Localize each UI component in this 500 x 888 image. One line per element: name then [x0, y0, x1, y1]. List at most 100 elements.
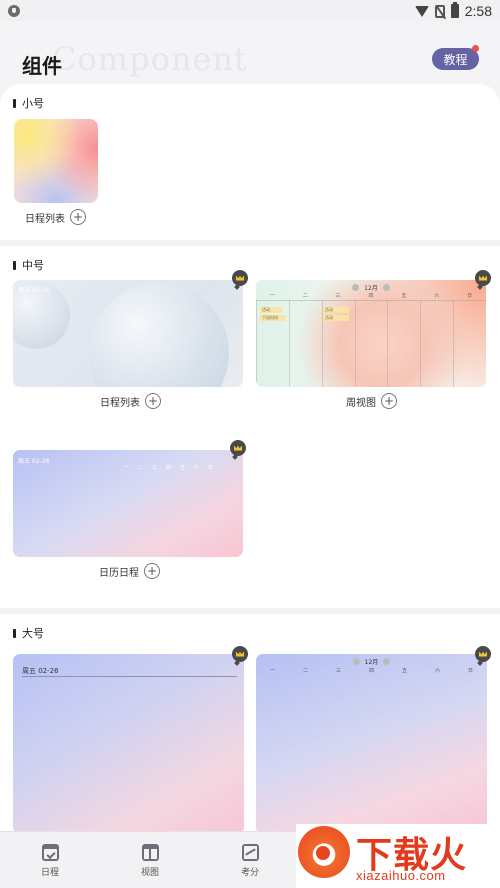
- calendar-header: 12月: [256, 657, 487, 666]
- fire-logo-icon: [298, 826, 350, 878]
- day-label: 五: [179, 465, 185, 471]
- week-event: 活动: [323, 315, 349, 321]
- section-title-text: 小号: [22, 97, 44, 110]
- day-label: 四: [368, 293, 374, 299]
- preview-divider: [22, 676, 237, 677]
- no-sim-icon: [434, 4, 445, 18]
- nav-label: 日程: [40, 868, 59, 878]
- crown-icon: [475, 270, 491, 286]
- preview-date: 周五 02-26: [22, 667, 59, 675]
- day-label: 三: [151, 465, 157, 471]
- week-columns: [256, 300, 486, 387]
- crown-icon: [230, 440, 246, 456]
- status-bar: 2:58: [0, 0, 500, 22]
- nav-item-score[interactable]: 考分: [220, 844, 280, 878]
- crown-icon: [232, 270, 248, 286]
- week-day-labels: 一 二 三 四 五 六 日: [256, 292, 486, 299]
- widget-label: 日历日程: [99, 567, 139, 579]
- small-schedule-widget-preview[interactable]: [14, 119, 98, 203]
- next-arrow-icon: [383, 658, 391, 665]
- section-medium: 中号 周五 02-26 日程列表 + 12月 一 二 三 四 五 六 日 活动 …: [0, 246, 500, 608]
- add-widget-button[interactable]: +: [381, 393, 397, 409]
- tutorial-label: 教程: [443, 52, 468, 67]
- widget-label: 周视图: [346, 397, 376, 409]
- section-marker: [13, 98, 16, 108]
- page-title: 组件: [22, 54, 62, 78]
- calendar-day-labels: 一 二 三 四 五 六 日: [256, 667, 487, 674]
- nav-item-schedule[interactable]: 日程: [20, 844, 80, 878]
- day-label: 二: [302, 293, 308, 299]
- section-marker: [13, 628, 16, 638]
- status-time: 2:58: [464, 3, 492, 19]
- title-watermark: Component: [52, 40, 248, 78]
- calendar-check-icon: [41, 844, 59, 861]
- day-label: 日: [467, 668, 473, 674]
- day-label: 日: [467, 293, 473, 299]
- day-label: 三: [335, 293, 341, 299]
- widget-label: 日程列表: [100, 397, 140, 409]
- day-label: 三: [335, 668, 341, 674]
- sphere-decoration: [89, 283, 229, 387]
- day-label: 一: [269, 668, 275, 674]
- day-label: 一: [269, 293, 275, 299]
- day-label: 一: [123, 465, 129, 471]
- section-small: 小号 日程列表 +: [0, 84, 500, 240]
- widget-label-row: 日程列表 +: [25, 209, 86, 225]
- medium-week-view-widget-preview[interactable]: 12月 一 二 三 四 五 六 日 活动 下班时间 活动 活动: [256, 280, 486, 387]
- widget-label-row: 日历日程 +: [99, 563, 160, 579]
- add-widget-button[interactable]: +: [145, 393, 161, 409]
- widget-label: 日程列表: [25, 213, 65, 225]
- week-event: 下班时间: [260, 315, 286, 321]
- crown-icon: [232, 646, 248, 662]
- preview-month: 12月: [364, 285, 378, 292]
- day-label: 二: [302, 668, 308, 674]
- week-header: 12月: [256, 280, 486, 292]
- notification-dot: [472, 45, 479, 52]
- day-label: 六: [434, 668, 440, 674]
- section-marker: [13, 260, 16, 270]
- week-event: 活动: [323, 307, 349, 313]
- nav-label: 考分: [240, 868, 259, 878]
- week-event: 活动: [260, 307, 282, 313]
- preview-date: 周五 02-26: [18, 287, 50, 294]
- medium-schedule-widget-preview[interactable]: 周五 02-26: [13, 280, 243, 387]
- medium-calendar-widget-preview[interactable]: 周五 02-26 一 二 三 四 五 六 日: [13, 450, 243, 557]
- day-label: 日: [207, 465, 213, 471]
- day-label: 四: [368, 668, 374, 674]
- preview-date: 周五 02-26: [18, 458, 50, 465]
- prev-arrow-icon: [352, 658, 360, 665]
- large-schedule-widget-preview[interactable]: 周五 02-26: [13, 654, 244, 834]
- wifi-icon: [414, 5, 429, 17]
- widget-label-row: 周视图 +: [346, 393, 397, 409]
- nav-item-view[interactable]: 视图: [120, 844, 180, 878]
- day-label: 四: [165, 465, 171, 471]
- prev-arrow-icon: [352, 284, 360, 291]
- day-label: 五: [401, 668, 407, 674]
- site-watermark-logo: 下载火 xiazaihuo.com: [296, 824, 500, 888]
- section-title: 中号: [13, 257, 44, 273]
- day-label: 六: [434, 293, 440, 299]
- day-label: 六: [193, 465, 199, 471]
- section-title-text: 大号: [22, 627, 44, 640]
- trend-chart-icon: [241, 844, 259, 861]
- nav-label: 视图: [140, 868, 159, 878]
- preview-month: 12月: [364, 659, 379, 666]
- page-header: Component 组件 教程: [0, 22, 500, 88]
- add-widget-button[interactable]: +: [144, 563, 160, 579]
- next-arrow-icon: [382, 284, 390, 291]
- logo-url: xiazaihuo.com: [356, 868, 446, 883]
- calendar-day-labels: 一 二 三 四 五 六 日: [124, 464, 213, 471]
- section-title-text: 中号: [22, 259, 44, 272]
- crown-icon: [475, 646, 491, 662]
- view-layout-icon: [141, 844, 159, 861]
- large-calendar-widget-preview[interactable]: 12月 一 二 三 四 五 六 日: [256, 654, 487, 834]
- section-title: 大号: [13, 625, 44, 641]
- status-icons: 2:58: [414, 2, 492, 19]
- shield-icon: [8, 5, 20, 17]
- day-label: 五: [401, 293, 407, 299]
- widget-label-row: 日程列表 +: [100, 393, 161, 409]
- add-widget-button[interactable]: +: [70, 209, 86, 225]
- tutorial-button[interactable]: 教程: [432, 45, 479, 70]
- section-title: 小号: [13, 95, 44, 111]
- day-label: 二: [137, 465, 143, 471]
